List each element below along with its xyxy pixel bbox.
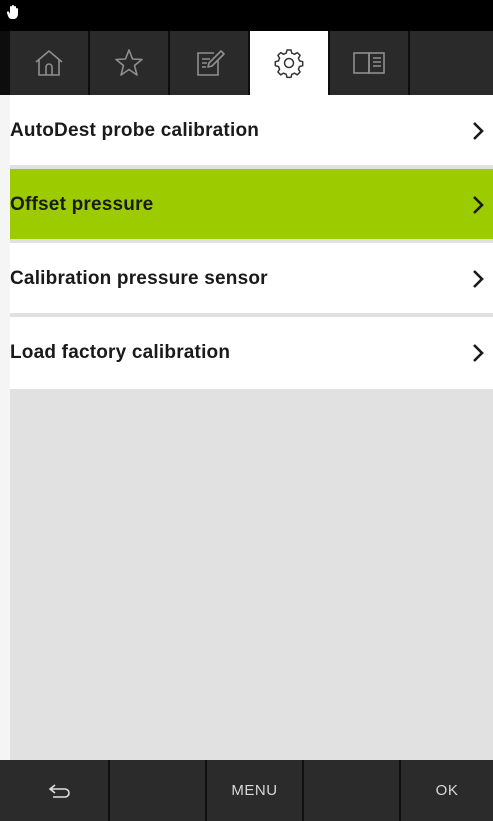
back-arrow-icon <box>48 783 70 798</box>
menu-item-calibration-pressure-sensor[interactable]: Calibration pressure sensor <box>10 243 493 315</box>
menu-item-label: Offset pressure <box>10 194 154 215</box>
menu-button-label: MENU <box>231 782 278 799</box>
status-bar <box>0 0 493 31</box>
bottom-bar: MENU OK <box>0 760 493 821</box>
menu-item-offset-pressure[interactable]: Offset pressure <box>10 169 493 241</box>
tab-manual[interactable] <box>330 31 410 95</box>
menu-item-autodest-probe-calibration[interactable]: AutoDest probe calibration <box>10 95 493 167</box>
tab-empty <box>410 31 493 95</box>
menu-item-label: Calibration pressure sensor <box>10 268 268 289</box>
menu-list: AutoDest probe calibration Offset pressu… <box>10 95 493 760</box>
left-edge-strip <box>0 95 10 760</box>
edit-icon <box>197 50 225 76</box>
menu-item-load-factory-calibration[interactable]: Load factory calibration <box>10 317 493 389</box>
tab-home[interactable] <box>10 31 90 95</box>
tab-favorites[interactable] <box>90 31 170 95</box>
chevron-right-icon <box>473 122 484 140</box>
star-icon <box>115 49 143 76</box>
menu-item-label: Load factory calibration <box>10 342 231 363</box>
ok-button[interactable]: OK <box>401 760 493 821</box>
gear-icon <box>274 49 304 79</box>
back-button[interactable] <box>10 760 110 821</box>
tab-edit[interactable] <box>170 31 250 95</box>
manual-icon <box>353 52 385 74</box>
ok-button-label: OK <box>435 782 459 799</box>
home-icon <box>35 49 63 76</box>
tab-bar <box>0 31 493 95</box>
chevron-right-icon <box>473 270 484 288</box>
chevron-right-icon <box>473 344 484 362</box>
chevron-right-icon <box>473 196 484 214</box>
blank-button-right <box>304 760 401 821</box>
menu-button[interactable]: MENU <box>207 760 304 821</box>
menu-item-label: AutoDest probe calibration <box>10 120 260 141</box>
tab-settings[interactable] <box>250 31 330 95</box>
hand-icon <box>7 5 18 19</box>
blank-button-left <box>110 760 207 821</box>
